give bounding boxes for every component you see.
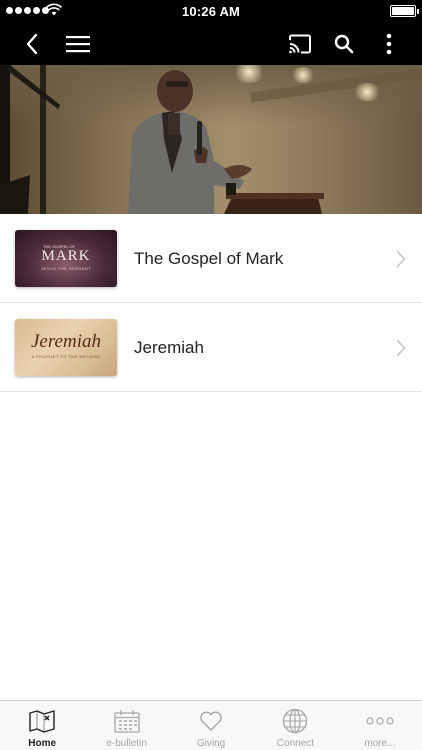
- cast-icon: [289, 34, 311, 53]
- list-item-jeremiah[interactable]: Jeremiah A PROPHET TO THE NATIONS Jeremi…: [0, 303, 422, 392]
- status-time: 10:26 AM: [181, 4, 241, 19]
- tab-label: Giving: [196, 738, 226, 749]
- tab-giving[interactable]: Giving: [169, 701, 253, 750]
- chevron-right-icon: [396, 339, 406, 357]
- series-title: Jeremiah: [134, 338, 204, 357]
- cast-button[interactable]: [282, 22, 318, 65]
- series-title: The Gospel of Mark: [134, 249, 284, 268]
- search-icon: [334, 34, 354, 53]
- tab-label: more...: [364, 738, 396, 749]
- thumbnail-title: MARK: [41, 248, 91, 264]
- search-button[interactable]: [326, 22, 362, 65]
- back-button[interactable]: [14, 22, 50, 65]
- menu-button[interactable]: [60, 22, 96, 65]
- tab-label: Home: [28, 738, 57, 749]
- sermon-series-list: THE GOSPEL OF MARK JESUS THE SERVANT The…: [0, 214, 422, 392]
- status-bar: 10:26 AM: [0, 0, 422, 22]
- tab-bar: Home e-bulletin Giving Connect more...: [0, 700, 422, 750]
- map-icon: [28, 708, 56, 734]
- thumbnail-title: Jeremiah: [31, 331, 101, 352]
- tab-e-bulletin[interactable]: e-bulletin: [84, 701, 168, 750]
- tab-home[interactable]: Home: [0, 701, 84, 750]
- tab-more[interactable]: more...: [338, 701, 422, 750]
- tab-label: Connect: [276, 738, 315, 749]
- navigation-bar: [0, 22, 422, 65]
- tab-label: e-bulletin: [106, 738, 147, 749]
- series-thumbnail: Jeremiah A PROPHET TO THE NATIONS: [15, 319, 117, 376]
- calendar-icon: [113, 708, 141, 734]
- thumbnail-subtitle: JESUS THE SERVANT: [40, 266, 92, 271]
- overflow-menu-button[interactable]: [374, 22, 404, 65]
- hamburger-menu-icon: [66, 35, 90, 52]
- battery-icon: [390, 5, 419, 17]
- tab-connect[interactable]: Connect: [253, 701, 337, 750]
- chevron-left-icon: [26, 33, 38, 54]
- thumbnail-subtitle: A PROPHET TO THE NATIONS: [31, 354, 101, 359]
- globe-icon: [281, 708, 309, 734]
- vertical-ellipsis-icon: [386, 33, 392, 54]
- hero-image: [0, 65, 422, 214]
- chevron-right-icon: [396, 250, 406, 268]
- list-item-gospel-of-mark[interactable]: THE GOSPEL OF MARK JESUS THE SERVANT The…: [0, 214, 422, 303]
- series-thumbnail: THE GOSPEL OF MARK JESUS THE SERVANT: [15, 230, 117, 287]
- heart-icon: [197, 708, 225, 734]
- more-dots-icon: [366, 708, 394, 734]
